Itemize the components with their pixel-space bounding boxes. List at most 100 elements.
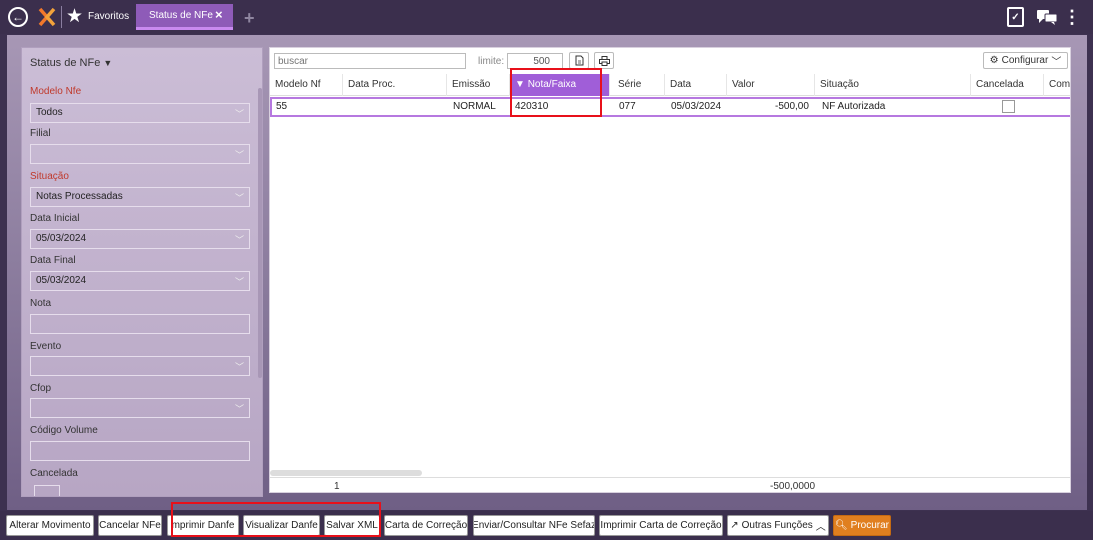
- chevron-down-icon: ▼: [103, 58, 113, 68]
- table-row[interactable]: 55 NORMAL 420310 077 05/03/2024 -500,00 …: [270, 97, 1070, 117]
- modelo-nfe-select[interactable]: Todos ﹀: [30, 103, 250, 123]
- print-icon[interactable]: [594, 52, 614, 69]
- situacao-value: Notas Processadas: [36, 191, 123, 202]
- favorites-link[interactable]: Favoritos: [88, 11, 129, 22]
- column-header-serie[interactable]: Série: [613, 74, 665, 96]
- chevron-up-icon: ︿: [815, 522, 826, 533]
- cancelar-nfe-button[interactable]: Cancelar NFe: [98, 515, 162, 536]
- clipboard-check-icon[interactable]: ✓: [1007, 7, 1024, 27]
- configure-button[interactable]: ⚙ Configurar ﹀: [983, 52, 1068, 69]
- app-logo-icon: [36, 6, 58, 28]
- chevron-down-icon: ﹀: [234, 362, 244, 372]
- top-bar: ← ★ Favoritos Status de NFe × + ✓ ⋮: [0, 0, 1093, 34]
- chevron-down-icon: ﹀: [234, 277, 244, 287]
- cancelada-checkbox[interactable]: [1002, 100, 1015, 113]
- situacao-select[interactable]: Notas Processadas ﹀: [30, 187, 250, 207]
- chevron-down-icon: ﹀: [234, 150, 244, 160]
- visualizar-danfe-button[interactable]: Visualizar Danfe: [243, 515, 320, 536]
- column-header-cancelada[interactable]: Cancelada: [971, 74, 1044, 96]
- more-vertical-icon[interactable]: ⋮: [1063, 6, 1081, 28]
- chevron-down-icon: ﹀: [234, 235, 244, 245]
- column-header-situacao[interactable]: Situação: [815, 74, 971, 96]
- configure-label: Configurar: [1001, 55, 1049, 66]
- procurar-button[interactable]: 🔍︎ Procurar: [833, 515, 891, 536]
- scrollbar[interactable]: [258, 88, 262, 378]
- close-icon[interactable]: ×: [215, 7, 223, 22]
- label-modelo-nfe: Modelo Nfe: [30, 86, 82, 97]
- label-situacao: Situação: [30, 171, 69, 182]
- limit-label: limite:: [478, 56, 505, 67]
- data-inicial-value: 05/03/2024: [36, 233, 87, 244]
- grid-header: Modelo Nf Data Proc. Emissão ▼ Nota/Faix…: [270, 74, 1070, 96]
- filial-select[interactable]: ﹀: [30, 144, 250, 164]
- gear-icon: ⚙: [989, 55, 999, 66]
- column-header-nota-faixa-label: Nota/Faixa: [527, 79, 577, 90]
- carta-correcao-button[interactable]: Carta de Correção: [384, 515, 468, 536]
- tab-label: Status de NFe: [149, 10, 213, 21]
- sidebar-title[interactable]: Status de NFe ▼: [30, 57, 112, 69]
- column-header-comp[interactable]: Comp: [1044, 74, 1070, 96]
- search-input[interactable]: [274, 53, 466, 69]
- chevron-down-icon: ﹀: [234, 404, 244, 414]
- modelo-nfe-value: Todos: [36, 107, 63, 118]
- nota-input[interactable]: [30, 314, 250, 334]
- codigo-volume-input[interactable]: [30, 441, 250, 461]
- horizontal-scrollbar[interactable]: [270, 470, 422, 476]
- data-final-field[interactable]: 05/03/2024 ﹀: [30, 271, 250, 291]
- add-tab-icon[interactable]: +: [244, 8, 255, 29]
- footer-count: 1: [334, 481, 340, 492]
- main-panel: Status de NFe ▼ Modelo Nfe Todos ﹀ Filial …: [7, 35, 1087, 510]
- label-nota: Nota: [30, 298, 52, 309]
- back-icon[interactable]: ←: [8, 7, 28, 27]
- procurar-label: Procurar: [850, 520, 890, 531]
- external-link-icon: ↗: [730, 520, 739, 531]
- filter-sidebar: Status de NFe ▼ Modelo Nfe Todos ﹀ Filial …: [21, 47, 263, 497]
- cfop-select[interactable]: ﹀: [30, 398, 250, 418]
- star-icon[interactable]: ★: [66, 5, 83, 28]
- outras-funcoes-label: Outras Funções: [741, 520, 813, 531]
- results-grid: limite: ⚙Configurar﹀ Modelo Nf Data Proc…: [269, 47, 1071, 493]
- label-data-inicial: Data Inicial: [30, 213, 80, 224]
- sidebar-title-label: Status de NFe: [30, 57, 101, 69]
- cell-serie: 077: [619, 101, 636, 112]
- search-icon: 🔍︎: [834, 520, 848, 531]
- chevron-down-icon: ﹀: [1051, 57, 1062, 68]
- chevron-down-icon: ﹀: [234, 193, 244, 203]
- cell-modelo: 55: [276, 101, 288, 112]
- alterar-movimento-button[interactable]: Alterar Movimento: [6, 515, 94, 536]
- enviar-consultar-button[interactable]: Enviar/Consultar NFe Sefaz: [473, 515, 595, 536]
- limit-input[interactable]: [507, 53, 563, 69]
- data-inicial-field[interactable]: 05/03/2024 ﹀: [30, 229, 250, 249]
- action-bar: Alterar Movimento Cancelar NFe mprimir D…: [0, 511, 1093, 540]
- label-filial: Filial: [30, 128, 51, 139]
- divider: [61, 6, 62, 28]
- column-header-data[interactable]: Data: [665, 74, 727, 96]
- data-final-value: 05/03/2024: [36, 275, 87, 286]
- column-header-modelo[interactable]: Modelo Nf: [270, 74, 343, 96]
- filter-icon: ▼: [515, 79, 525, 90]
- cell-valor: -500,00: [775, 101, 809, 112]
- label-data-final: Data Final: [30, 255, 76, 266]
- evento-select[interactable]: ﹀: [30, 356, 250, 376]
- cancelada-select[interactable]: [34, 485, 60, 496]
- column-header-data-proc[interactable]: Data Proc.: [343, 74, 447, 96]
- label-cfop: Cfop: [30, 383, 52, 394]
- export-file-icon[interactable]: [569, 52, 589, 69]
- label-codigo-volume: Código Volume: [30, 425, 98, 436]
- imprimir-carta-button[interactable]: Imprimir Carta de Correção: [599, 515, 723, 536]
- salvar-xml-button[interactable]: Salvar XML: [324, 515, 380, 536]
- chevron-down-icon: ﹀: [234, 109, 244, 119]
- chat-icon[interactable]: [1036, 9, 1058, 25]
- cell-data-proc: [346, 99, 349, 115]
- cell-data: 05/03/2024: [671, 101, 722, 112]
- imprimir-danfe-button[interactable]: mprimir Danfe: [167, 515, 239, 536]
- label-evento: Evento: [30, 341, 62, 352]
- column-header-nota-faixa[interactable]: ▼ Nota/Faixa: [510, 74, 610, 96]
- cell-emissao: NORMAL: [453, 101, 496, 112]
- label-cancelada: Cancelada: [30, 468, 78, 479]
- column-header-emissao[interactable]: Emissão: [447, 74, 510, 96]
- tab-status-nfe[interactable]: Status de NFe ×: [136, 4, 233, 30]
- cell-nota: 420310: [515, 101, 549, 112]
- column-header-valor[interactable]: Valor: [727, 74, 815, 96]
- outras-funcoes-button[interactable]: ↗ Outras Funções ︿: [727, 515, 829, 536]
